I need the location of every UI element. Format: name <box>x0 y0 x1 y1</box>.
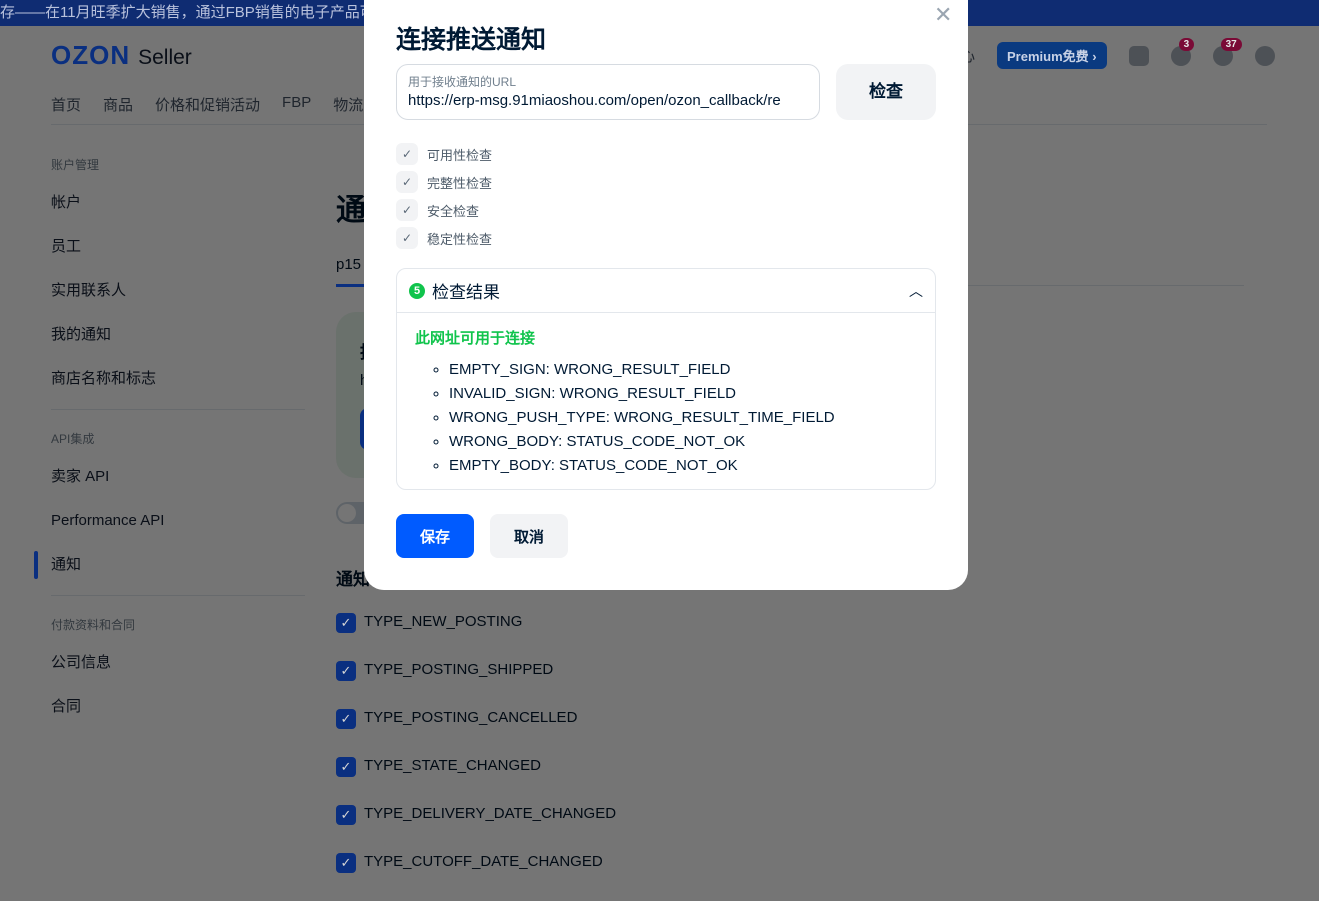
sidebar-item-my-notifications[interactable]: 我的通知 <box>51 325 305 369</box>
result-status: 此网址可用于连接 <box>415 330 536 347</box>
header-actions: 心 Premium免费 › 3 37 <box>960 37 1275 69</box>
chat-icon[interactable] <box>1128 45 1149 66</box>
type-checkbox[interactable]: ✓ TYPE_POSTING_CANCELLED <box>336 709 616 757</box>
support-icon[interactable]: 3 <box>1170 37 1195 66</box>
check-icon: ✓ <box>396 227 418 249</box>
check-results: 5 检查结果 ︿ 此网址可用于连接 EMPTY_SIGN: WRONG_RESU… <box>396 268 936 490</box>
sidebar-item-contacts[interactable]: 实用联系人 <box>51 281 305 325</box>
logo[interactable]: OZON Seller <box>51 40 192 71</box>
premium-button[interactable]: Premium免费 › <box>997 42 1107 69</box>
sidebar-item-performance-api[interactable]: Performance API <box>51 511 305 555</box>
nav-products[interactable]: 商品 <box>103 94 133 115</box>
check-icon: ✓ <box>396 171 418 193</box>
url-field[interactable]: 用于接收通知的URL <box>396 64 820 120</box>
sidebar-item-notifications[interactable]: 通知 <box>34 551 305 599</box>
nav-prices[interactable]: 价格和促销活动 <box>155 94 260 115</box>
sidebar-item-store-name[interactable]: 商店名称和标志 <box>51 369 305 413</box>
checkbox-icon[interactable]: ✓ <box>336 853 356 873</box>
nav-home[interactable]: 首页 <box>51 94 81 115</box>
nav-logistics[interactable]: 物流 <box>333 94 363 115</box>
checkbox-icon[interactable]: ✓ <box>336 709 356 729</box>
sidebar-item-contract[interactable]: 合同 <box>51 697 305 741</box>
result-count-badge: 5 <box>409 282 425 299</box>
checkbox-icon[interactable]: ✓ <box>336 661 356 681</box>
save-button[interactable]: 保存 <box>396 514 474 558</box>
bell-icon[interactable]: 37 <box>1212 37 1242 66</box>
sidebar-item-company[interactable]: 公司信息 <box>51 653 305 697</box>
sidebar-item-account[interactable]: 帐户 <box>51 193 305 237</box>
type-checkbox[interactable]: ✓ TYPE_DELIVERY_DATE_CHANGED <box>336 805 616 853</box>
type-list: ✓ TYPE_NEW_POSTING ✓ TYPE_POSTING_SHIPPED … <box>336 613 616 901</box>
check-list: ✓ 可用性检查 ✓ 完整性检查 ✓ 安全检查 ✓ 稳定性检查 <box>396 140 492 252</box>
url-input[interactable] <box>408 92 808 109</box>
type-checkbox[interactable]: ✓ TYPE_POSTING_SHIPPED <box>336 661 616 709</box>
type-checkbox[interactable]: ✓ TYPE_STATE_CHANGED <box>336 757 616 805</box>
check-icon: ✓ <box>396 199 418 221</box>
chevron-up-icon[interactable]: ︿ <box>909 281 923 301</box>
user-avatar-icon[interactable] <box>1254 45 1275 66</box>
nav-fbp[interactable]: FBP <box>282 94 311 115</box>
sidebar-item-seller-api[interactable]: 卖家 API <box>51 467 305 511</box>
check-icon: ✓ <box>396 143 418 165</box>
close-icon[interactable]: ✕ <box>934 2 952 28</box>
top-nav: 首页 商品 价格和促销活动 FBP 物流 <box>51 94 363 115</box>
check-button[interactable]: 检查 <box>836 64 936 120</box>
cancel-button[interactable]: 取消 <box>490 514 568 558</box>
checkbox-icon[interactable]: ✓ <box>336 613 356 633</box>
checkbox-icon[interactable]: ✓ <box>336 757 356 777</box>
sidebar: 账户管理 帐户 员工 实用联系人 我的通知 商店名称和标志 API集成 卖家 A… <box>34 150 305 741</box>
type-checkbox[interactable]: ✓ TYPE_CUTOFF_DATE_CHANGED <box>336 853 616 901</box>
result-list: EMPTY_SIGN: WRONG_RESULT_FIELD INVALID_S… <box>449 358 935 478</box>
modal-title: 连接推送通知 <box>396 26 547 54</box>
tab-p15[interactable]: p15 <box>336 256 361 273</box>
checkbox-icon[interactable]: ✓ <box>336 805 356 825</box>
type-checkbox[interactable]: ✓ TYPE_NEW_POSTING <box>336 613 616 661</box>
push-notification-modal: ✕ 连接推送通知 用于接收通知的URL 检查 ✓可用性检查 ✓完整性检查 ✓安全… <box>364 0 968 590</box>
results-header[interactable]: 5 检查结果 ︿ <box>397 269 935 313</box>
sidebar-item-staff[interactable]: 员工 <box>51 237 305 281</box>
